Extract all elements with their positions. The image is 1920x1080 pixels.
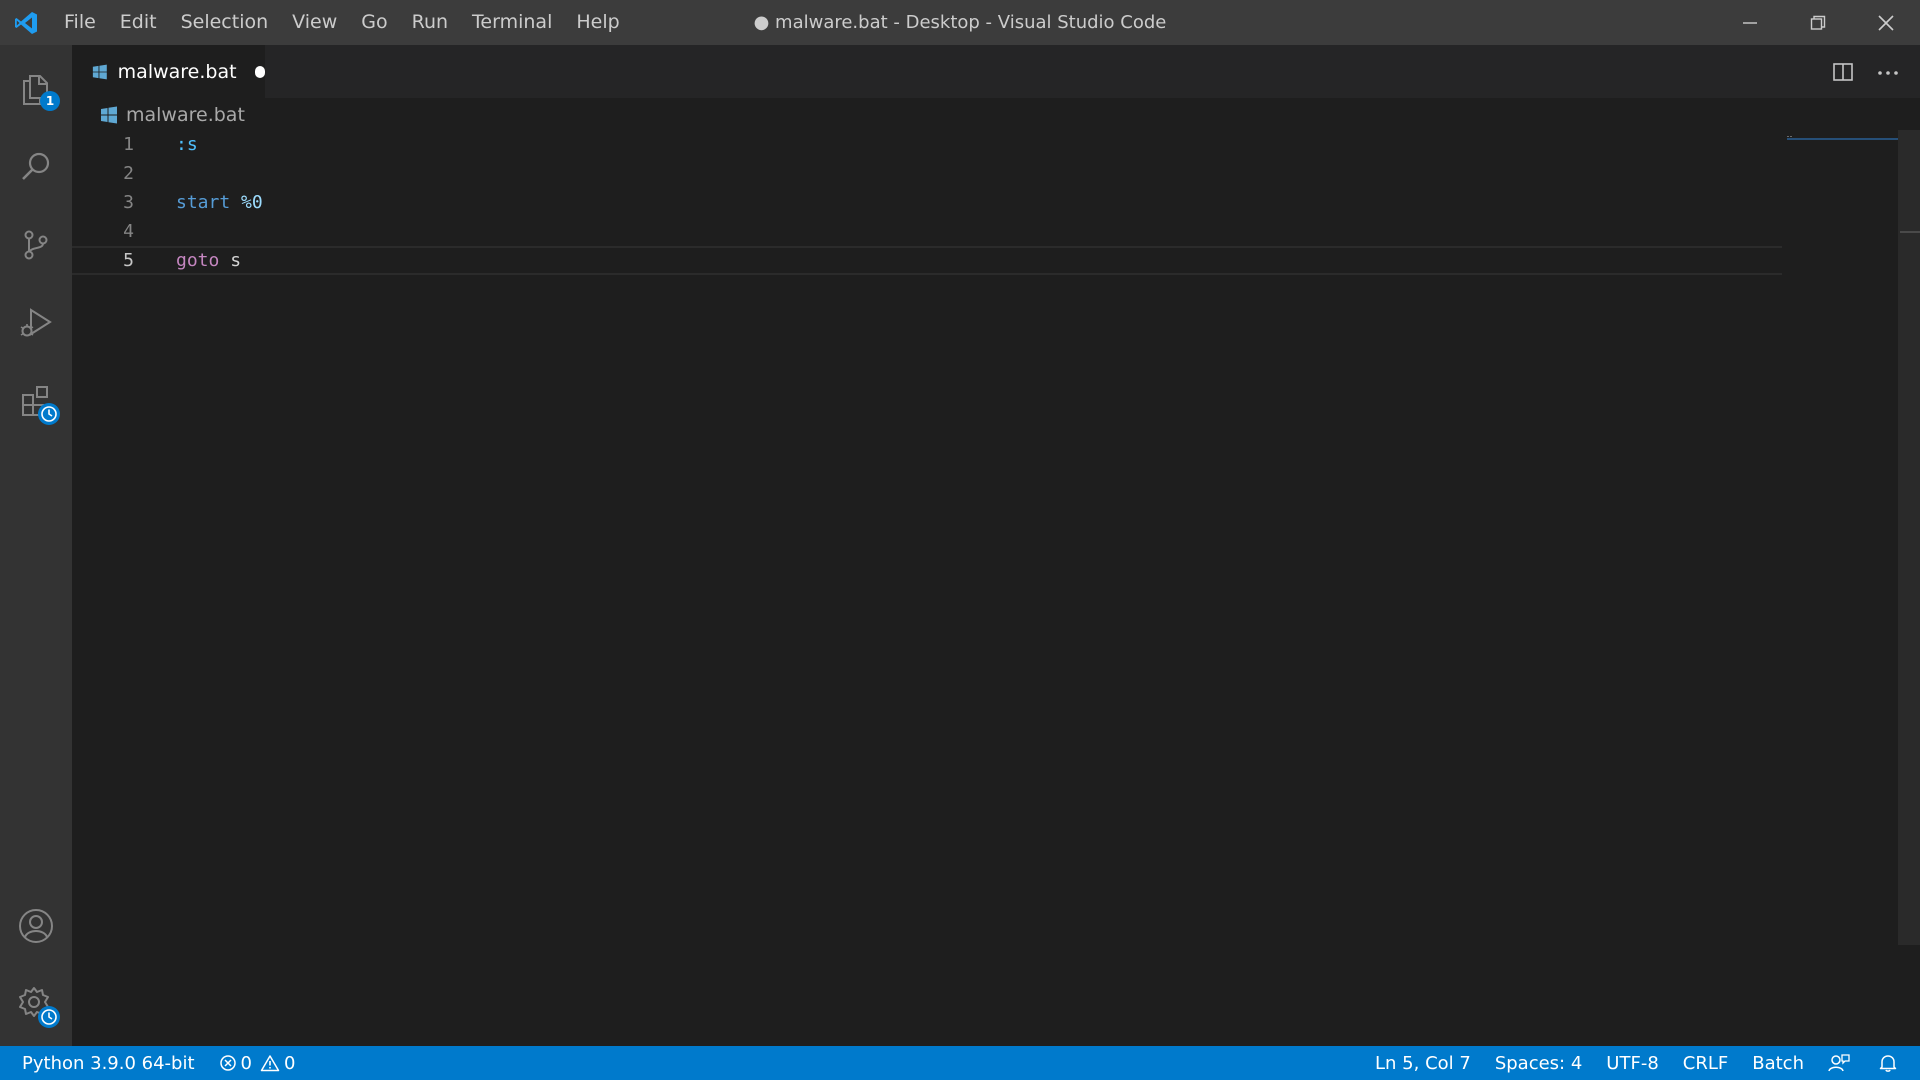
- minimize-icon: [1743, 21, 1757, 24]
- tab-malware-bat[interactable]: malware.bat: [72, 45, 265, 98]
- account-icon: [19, 909, 53, 943]
- encoding[interactable]: UTF-8: [1594, 1046, 1670, 1080]
- feedback-icon: [1828, 1054, 1850, 1072]
- menu-file[interactable]: File: [52, 0, 108, 45]
- warning-icon: [260, 1055, 280, 1072]
- error-icon: [219, 1055, 236, 1071]
- end-of-line[interactable]: CRLF: [1671, 1046, 1740, 1080]
- code-token: s: [219, 250, 242, 271]
- update-clock-icon: [38, 1006, 60, 1028]
- manage-button[interactable]: [0, 968, 72, 1040]
- line-number: 5: [123, 250, 134, 271]
- menu-bar: File Edit Selection View Go Run Terminal…: [52, 0, 632, 45]
- notifications-button[interactable]: [1866, 1046, 1920, 1080]
- unsaved-dot-icon[interactable]: [254, 65, 265, 78]
- update-clock-icon: [38, 403, 60, 425]
- search-icon: [22, 152, 50, 180]
- code-line: 2: [72, 159, 1782, 188]
- minimize-button[interactable]: [1716, 0, 1784, 45]
- menu-run[interactable]: Run: [400, 0, 460, 45]
- minimap-slider[interactable]: [1787, 138, 1899, 140]
- explorer-badge: 1: [40, 91, 60, 111]
- code-token: goto: [176, 250, 220, 271]
- code-token: %0: [241, 192, 263, 213]
- line-number: 1: [123, 134, 134, 155]
- run-debug-icon: [20, 308, 52, 337]
- code-line: 4: [72, 217, 1782, 246]
- code-line: 1 :s: [72, 130, 1782, 159]
- explorer-button[interactable]: 1: [0, 53, 72, 125]
- line-number: 2: [123, 163, 134, 184]
- code-token: start: [176, 192, 231, 213]
- menu-terminal[interactable]: Terminal: [460, 0, 564, 45]
- line-content: start %0: [176, 192, 263, 213]
- windows-file-icon: [101, 106, 117, 124]
- status-bar: Python 3.9.0 64-bit 0 0 Ln 5, Col 7 Spac…: [0, 1046, 1920, 1080]
- bell-icon: [1879, 1055, 1897, 1072]
- restore-button[interactable]: [1784, 0, 1852, 45]
- more-actions-icon[interactable]: [1876, 61, 1900, 83]
- source-control-button[interactable]: [0, 209, 72, 281]
- problems-indicator[interactable]: 0 0: [207, 1046, 308, 1080]
- account-button[interactable]: [0, 890, 72, 962]
- source-control-icon: [24, 230, 48, 260]
- close-button[interactable]: [1852, 0, 1920, 45]
- search-button[interactable]: [0, 131, 72, 203]
- window-controls: [1716, 0, 1920, 45]
- warning-count: 0: [283, 1052, 296, 1074]
- editor-actions: [1832, 45, 1900, 98]
- vscode-logo-icon: [0, 0, 52, 45]
- cursor-position[interactable]: Ln 5, Col 7: [1363, 1046, 1483, 1080]
- feedback-button[interactable]: [1816, 1046, 1866, 1080]
- error-count: 0: [240, 1052, 252, 1074]
- menu-go[interactable]: Go: [349, 0, 399, 45]
- windows-file-icon: [92, 64, 107, 79]
- restore-icon: [1810, 15, 1826, 30]
- vertical-scrollbar[interactable]: [1898, 130, 1920, 945]
- line-number: 4: [123, 221, 134, 242]
- line-content: :s: [176, 134, 198, 155]
- menu-view[interactable]: View: [280, 0, 349, 45]
- menu-edit[interactable]: Edit: [108, 0, 169, 45]
- tab-label: malware.bat: [117, 60, 237, 83]
- line-number: 3: [123, 192, 134, 213]
- activity-bar: 1: [0, 45, 72, 1046]
- breadcrumb[interactable]: malware.bat: [100, 100, 245, 130]
- line-content: goto s: [176, 250, 241, 271]
- cursor-ruler-marker: [1900, 231, 1920, 233]
- current-code-line: 5 goto s: [72, 246, 1782, 275]
- tab-bar: malware.bat: [72, 45, 1920, 98]
- close-icon: [1878, 14, 1894, 31]
- indentation[interactable]: Spaces: 4: [1483, 1046, 1594, 1080]
- language-mode[interactable]: Batch: [1740, 1046, 1816, 1080]
- run-debug-button[interactable]: [0, 287, 72, 359]
- title-bar: File Edit Selection View Go Run Terminal…: [0, 0, 1920, 45]
- menu-selection[interactable]: Selection: [169, 0, 281, 45]
- python-interpreter[interactable]: Python 3.9.0 64-bit: [0, 1046, 207, 1080]
- breadcrumb-label: malware.bat: [126, 104, 245, 126]
- split-editor-icon[interactable]: [1832, 61, 1854, 83]
- code-editor[interactable]: 1 :s 2 3 start %0 4 5 goto s: [72, 130, 1920, 1046]
- code-line: 3 start %0: [72, 188, 1782, 217]
- extensions-button[interactable]: [0, 365, 72, 437]
- menu-help[interactable]: Help: [564, 0, 631, 45]
- code-token: :s: [176, 134, 198, 155]
